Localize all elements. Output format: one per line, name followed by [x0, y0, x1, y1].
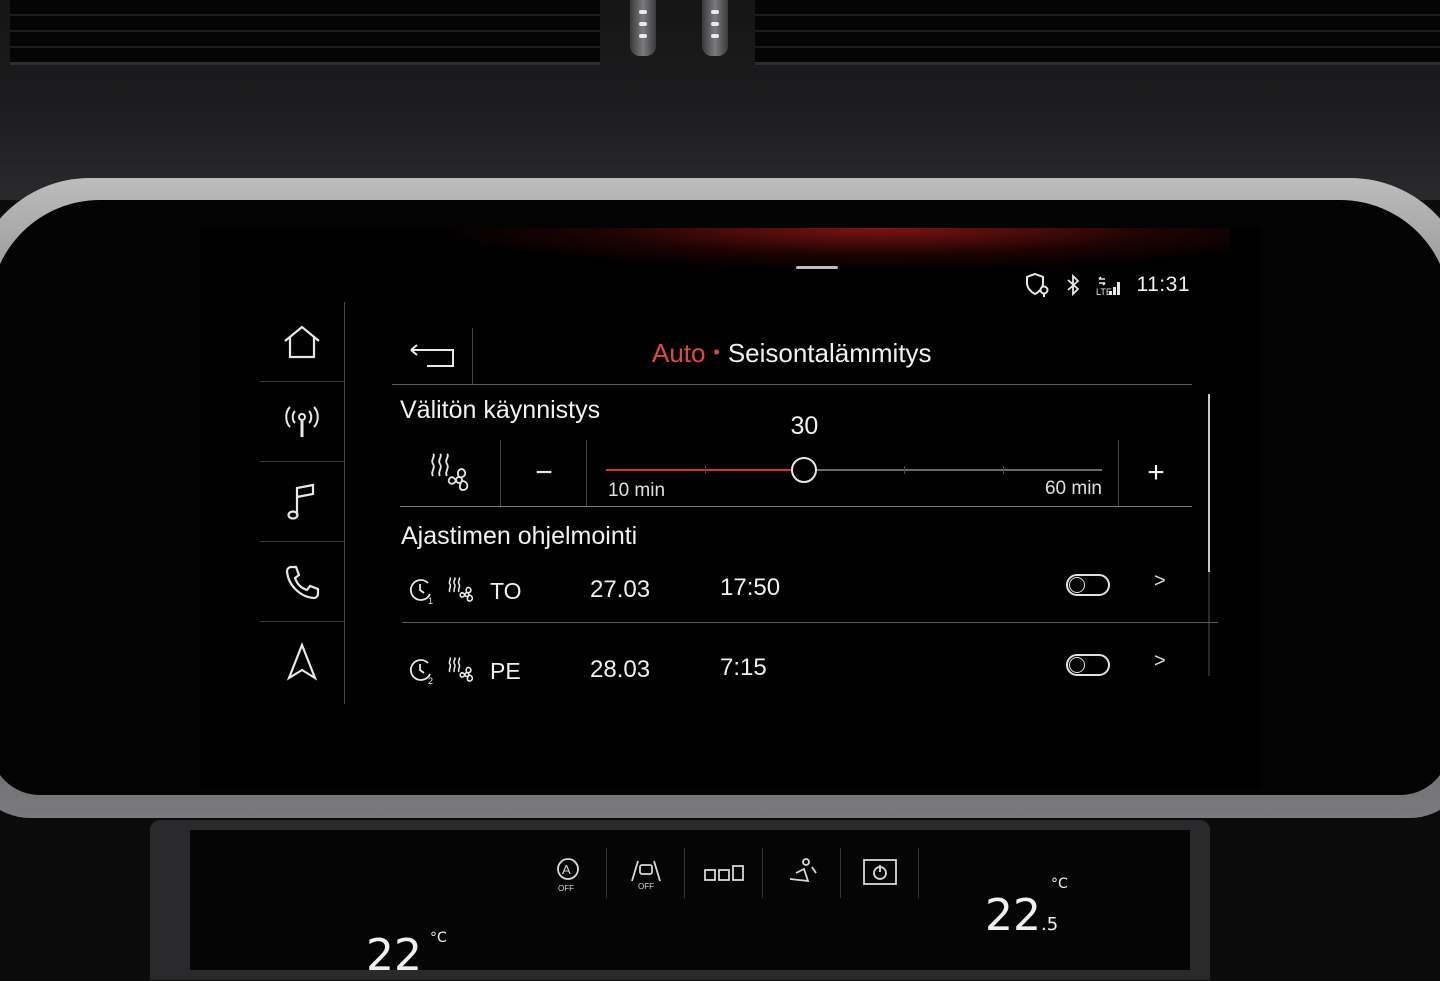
- top-glow: [450, 228, 1230, 268]
- air-vent-left: [10, 0, 600, 65]
- vent-knob-right[interactable]: [702, 0, 728, 56]
- slider-tick: [903, 466, 905, 474]
- chevron-right-icon[interactable]: >: [1154, 650, 1166, 673]
- timer-programming-title: Ajastimen ohjelmointi: [401, 522, 638, 550]
- slider-max-label: 60 min: [1044, 478, 1102, 499]
- air-vent-right: [755, 0, 1440, 65]
- parking-sensor-icon: [704, 865, 744, 881]
- shield-location-icon: [1025, 272, 1051, 298]
- temperature-right-unit: °C: [1051, 876, 1068, 892]
- timer-clock-icon: 1: [408, 576, 438, 611]
- sidebar-item-home[interactable]: [260, 302, 344, 382]
- heater-fan-icon: [446, 576, 476, 609]
- timer-time: 7:15: [720, 654, 767, 681]
- increase-duration-button[interactable]: +: [1118, 440, 1193, 506]
- network-type-label: LTE: [1096, 287, 1112, 297]
- breadcrumb-parent[interactable]: Auto: [652, 338, 706, 368]
- slider-tick: [705, 466, 707, 474]
- music-icon: [287, 483, 315, 520]
- timer-day: PE: [490, 658, 521, 684]
- climate-power-button[interactable]: [842, 848, 919, 898]
- temperature-right-value: 22: [985, 890, 1041, 941]
- dashboard-top: [0, 0, 1440, 200]
- temperature-left-unit: °C: [430, 930, 447, 946]
- temperature-right-decimal: .5: [1041, 914, 1059, 935]
- chevron-right-icon[interactable]: >: [1154, 570, 1166, 593]
- climate-screen: A OFF OFF 22.5 °C 22 °C: [190, 830, 1190, 981]
- timer-date: 28.03: [590, 656, 651, 683]
- breadcrumb-separator: •: [713, 342, 720, 362]
- auto-recirculation-button[interactable]: A OFF: [530, 848, 607, 898]
- svg-text:A: A: [562, 862, 571, 877]
- page-title: Seisontalämmitys: [727, 338, 932, 368]
- timer-day: TO: [490, 578, 522, 604]
- home-icon: [284, 325, 320, 358]
- lane-assist-off-icon: OFF: [631, 860, 661, 891]
- page-header: Auto • Seisontalämmitys: [392, 328, 1192, 385]
- parking-sensor-button[interactable]: [686, 848, 763, 898]
- back-button[interactable]: [392, 328, 473, 384]
- timer-row[interactable]: 1 TO 27.03 17:50 >: [402, 558, 1218, 623]
- button-off-label: OFF: [638, 882, 654, 891]
- duration-slider[interactable]: 30 10 min 60 min: [606, 412, 1102, 506]
- back-arrow-icon: [410, 344, 454, 367]
- seat-icon: [789, 858, 817, 883]
- slider-tick: [1002, 466, 1004, 474]
- phone-icon: [285, 565, 320, 599]
- pull-down-handle[interactable]: [796, 266, 838, 269]
- sidebar: [260, 302, 345, 704]
- timer-toggle[interactable]: [1066, 574, 1110, 596]
- scrollbar-thumb[interactable]: [1208, 394, 1210, 572]
- timer-toggle[interactable]: [1066, 654, 1110, 676]
- bluetooth-icon: [1065, 274, 1081, 296]
- timer-row[interactable]: 2 PE 28.03 7:15 >: [402, 638, 1218, 702]
- climate-power-icon: [863, 859, 897, 885]
- timer-date: 27.03: [590, 576, 651, 603]
- scrollbar[interactable]: [1208, 394, 1210, 676]
- timer-clock-icon: 2: [408, 656, 438, 691]
- button-off-label: OFF: [558, 884, 574, 893]
- sidebar-item-navigation[interactable]: [260, 622, 344, 701]
- lte-signal-icon: LTE: [1095, 273, 1123, 297]
- breadcrumb: Auto • Seisontalämmitys: [652, 338, 932, 369]
- heater-fan-icon: [446, 656, 476, 689]
- sidebar-item-phone[interactable]: [260, 542, 344, 622]
- immediate-heat-button[interactable]: [400, 440, 501, 506]
- decrease-duration-button[interactable]: −: [502, 440, 587, 506]
- timer-time: 17:50: [720, 574, 781, 601]
- slider-value-label: 30: [790, 412, 819, 440]
- timer-index: 1: [428, 596, 433, 606]
- slider-min-label: 10 min: [608, 480, 666, 501]
- radio-icon: [285, 405, 319, 437]
- heater-fan-icon: [431, 453, 469, 491]
- slider-knob[interactable]: [791, 457, 818, 483]
- immediate-start-row: − 30 10 min 60 min +: [400, 412, 1193, 507]
- immediate-start-title: Välitön käynnistys: [400, 396, 601, 424]
- sidebar-item-radio[interactable]: [260, 382, 344, 462]
- infotainment-screen: LTE 11:31 Auto • Seisontalämmitys Välitö…: [200, 228, 1260, 788]
- status-bar: LTE 11:31: [1025, 270, 1191, 300]
- seat-button[interactable]: [764, 848, 841, 898]
- timer-index: 2: [428, 676, 433, 686]
- sidebar-item-media[interactable]: [260, 462, 344, 542]
- lane-assist-button[interactable]: OFF: [608, 848, 685, 898]
- navigation-icon: [286, 641, 318, 681]
- status-clock: 11:31: [1136, 273, 1190, 296]
- temperature-left[interactable]: 22: [366, 930, 422, 981]
- auto-recirculation-off-icon: A OFF: [557, 858, 579, 893]
- temperature-right[interactable]: 22.5: [985, 890, 1058, 941]
- vent-knob-left[interactable]: [630, 0, 656, 56]
